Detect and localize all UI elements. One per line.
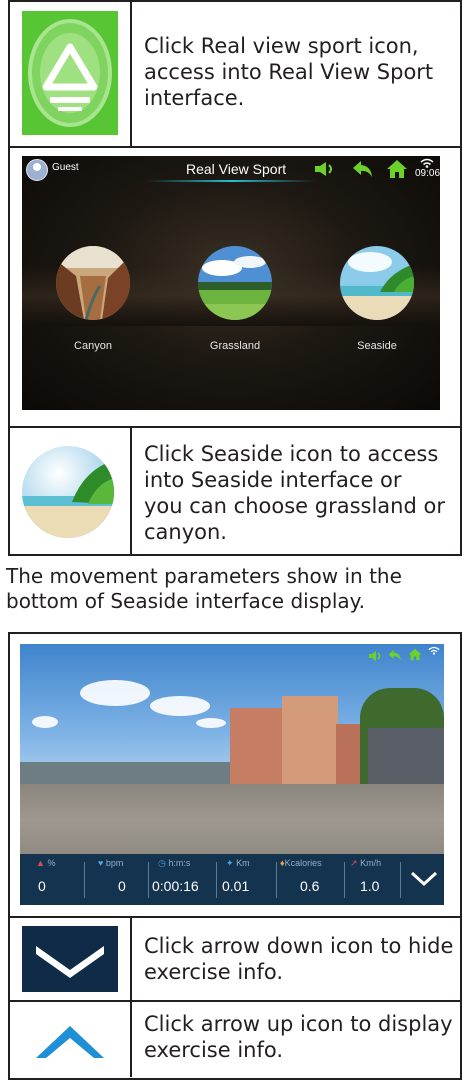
stat-time: ◷ h:m:s 0:00:16: [152, 858, 199, 894]
volume-icon[interactable]: [314, 161, 336, 177]
scene-label-grassland: Grassland: [209, 340, 261, 352]
stat-incline: ▲ % 0: [36, 858, 56, 894]
runner-icon: ↗: [350, 858, 358, 868]
row1-text: Click Real view sport icon, access into …: [144, 34, 434, 110]
divider: [130, 1000, 132, 1077]
clock-icon: ◷: [158, 858, 166, 868]
divider: [130, 916, 132, 1002]
grassland-scene-button[interactable]: [198, 246, 272, 320]
top-bar: Guest Real View Sport 09:06: [22, 156, 440, 182]
seaside-icon[interactable]: [22, 446, 114, 538]
arrow-down-button[interactable]: [22, 926, 118, 992]
real-view-sport-icon[interactable]: [22, 11, 118, 135]
stat-distance: ✦ Km 0.01: [222, 858, 250, 894]
wifi-icon: [420, 158, 434, 168]
home-icon[interactable]: [408, 648, 422, 661]
chevron-up-icon: [36, 1026, 104, 1058]
row3-text: Click arrow down icon to hide exercise i…: [144, 934, 454, 984]
clock-time: 09:06: [415, 168, 440, 179]
guest-label: Guest: [52, 162, 79, 173]
row2-text: Click Seaside icon to access into Seasid…: [144, 442, 445, 544]
exercise-info-bar: ▲ % 0 ♥ bpm 0 ◷ h:m:s 0:00:16 ✦ Km 0.01 …: [20, 854, 444, 905]
title-underline: [146, 180, 316, 182]
canyon-scene-button[interactable]: [56, 246, 130, 320]
scene-label-canyon: Canyon: [74, 340, 112, 352]
chevron-down-icon[interactable]: [410, 870, 438, 888]
wifi-icon: [428, 646, 440, 655]
seaside-scene-button[interactable]: [340, 246, 414, 320]
divider: [130, 0, 132, 148]
back-icon[interactable]: [388, 649, 402, 661]
footsteps-icon: ✦: [226, 858, 234, 868]
volume-icon[interactable]: [368, 650, 384, 662]
screen-title: Real View Sport: [186, 161, 287, 177]
scene-label-seaside: Seaside: [357, 340, 397, 352]
row4-text: Click arrow up icon to display exercise …: [144, 1012, 453, 1062]
divider: [130, 426, 132, 556]
incline-icon: ▲: [36, 858, 45, 868]
arrow-up-button[interactable]: [22, 1010, 118, 1070]
stat-speed: ↗ Km/h 1.0: [350, 858, 382, 894]
stat-heart-rate: ♥ bpm 0: [98, 858, 126, 894]
heart-icon: ♥: [98, 858, 104, 868]
scene-selection-screen: Guest Real View Sport 09:06 Canyon Grass…: [22, 156, 440, 410]
seaside-screen: ▲ % 0 ♥ bpm 0 ◷ h:m:s 0:00:16 ✦ Km 0.01 …: [20, 644, 444, 905]
back-icon[interactable]: [352, 160, 374, 178]
stat-calories: ♦Kcalories 0.6: [280, 858, 322, 894]
home-icon[interactable]: [386, 159, 408, 179]
avatar[interactable]: [26, 159, 48, 181]
chevron-down-icon: [36, 946, 104, 978]
movement-parameters-note: The movement parameters show in the bott…: [6, 564, 402, 613]
